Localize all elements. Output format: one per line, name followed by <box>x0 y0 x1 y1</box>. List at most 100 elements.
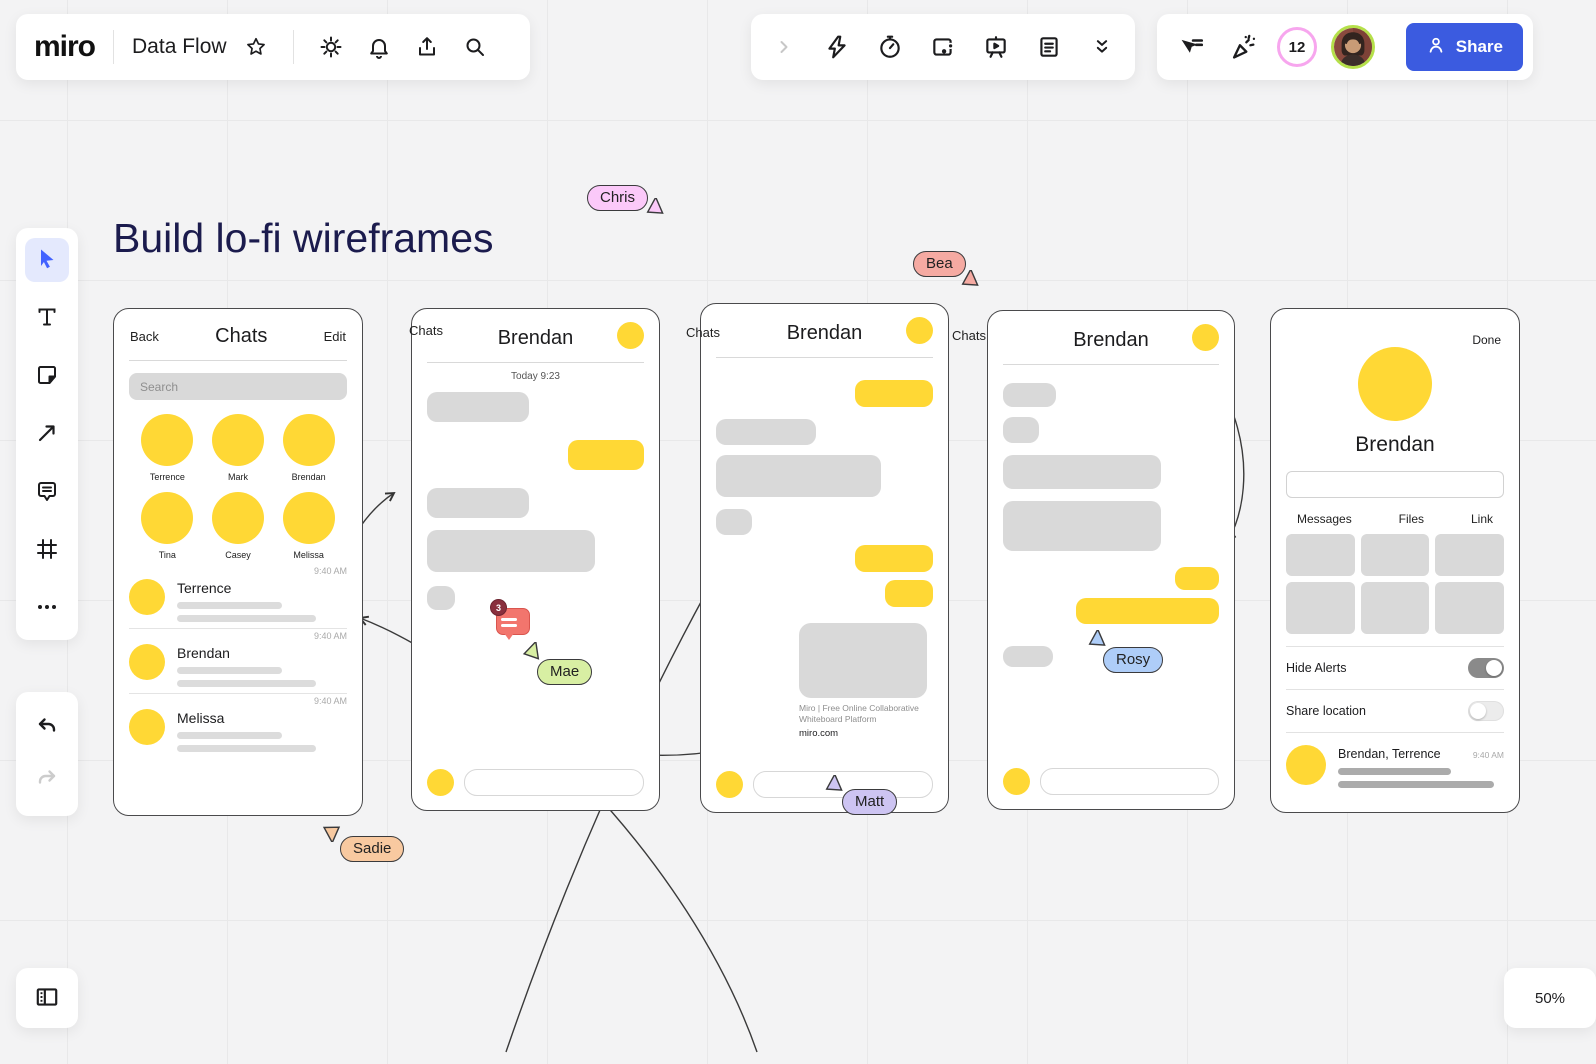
share-location-toggle[interactable] <box>1468 701 1504 721</box>
chat-title: Brendan <box>787 322 863 344</box>
toggle-knob <box>1470 703 1486 719</box>
done-button[interactable]: Done <box>1472 333 1501 347</box>
follow-cursor-button[interactable] <box>1173 28 1211 66</box>
miro-logo[interactable]: miro <box>34 30 95 64</box>
contact[interactable]: Melissa <box>283 492 335 560</box>
sadie-cursor-icon <box>320 820 342 842</box>
back-button[interactable]: Chats <box>952 328 986 343</box>
conversation-row[interactable]: 9:40 AM Brendan <box>129 628 347 687</box>
compose-bar <box>427 769 644 796</box>
comment-tail <box>504 633 514 640</box>
undo-icon <box>35 715 59 742</box>
message-input[interactable] <box>464 769 644 796</box>
wireframe-profile[interactable]: Done Brendan Messages Files Link Hide Al… <box>1270 308 1520 813</box>
link-preview-meta: Miro | Free Online Collaborative Whitebo… <box>799 703 927 739</box>
setting-label: Share location <box>1286 704 1366 718</box>
back-button[interactable]: Back <box>130 329 159 344</box>
wireframe-chat-b[interactable]: Brendan Miro | Free Online Collaborative… <box>700 303 949 813</box>
matt-cursor-icon <box>824 775 846 797</box>
search-input[interactable] <box>129 373 347 400</box>
conversation-row[interactable]: Brendan, Terrence 9:40 AM <box>1286 745 1504 788</box>
hide-alerts-toggle[interactable] <box>1468 658 1504 678</box>
tool-frame[interactable] <box>25 528 69 572</box>
message-input[interactable] <box>1040 768 1219 795</box>
contact-name: Casey <box>225 550 251 560</box>
zoom-control[interactable]: 50% <box>1504 968 1596 1028</box>
expand-toolbar-button[interactable] <box>765 28 803 66</box>
wireframe-chat-list[interactable]: Back Chats Edit Terrence Mark Brendan Ti… <box>113 308 363 816</box>
media-placeholder <box>1435 582 1504 634</box>
back-button[interactable]: Chats <box>409 323 443 338</box>
search-button[interactable] <box>456 28 494 66</box>
conversation-row[interactable]: 9:40 AM Terrence <box>129 564 347 622</box>
frames-panel-button[interactable] <box>25 976 69 1020</box>
contact[interactable]: Terrence <box>141 414 193 482</box>
tool-select[interactable] <box>25 238 69 282</box>
media-placeholder <box>1361 582 1430 634</box>
date-label: Today 9:23 <box>412 363 659 392</box>
media-placeholder <box>1286 582 1355 634</box>
conversation-row[interactable]: 9:40 AM Melissa <box>129 693 347 752</box>
bea-cursor-icon <box>960 270 982 292</box>
export-button[interactable] <box>408 28 446 66</box>
tool-more[interactable] <box>25 586 69 630</box>
tab-messages[interactable]: Messages <box>1297 512 1352 526</box>
comment-thread[interactable]: 3 <box>492 602 532 642</box>
tab-link[interactable]: Link <box>1471 512 1493 526</box>
redo-button[interactable] <box>25 758 69 802</box>
profile-name: Brendan <box>1271 433 1519 457</box>
collaboration-toolbar: 12 Share <box>1157 14 1533 80</box>
bell-icon <box>367 35 391 59</box>
confetti-icon <box>1230 33 1258 61</box>
settings-button[interactable] <box>312 28 350 66</box>
contact[interactable]: Brendan <box>283 414 335 482</box>
avatar <box>906 317 933 344</box>
message-bubble <box>427 530 595 572</box>
media-placeholder <box>1361 534 1430 576</box>
contact[interactable]: Tina <box>141 492 193 560</box>
avatar <box>1192 324 1219 351</box>
avatar <box>617 322 644 349</box>
wireframe-chat-a[interactable]: Brendan Today 9:23 <box>411 308 660 811</box>
favorite-star-button[interactable] <box>237 28 275 66</box>
tool-sticky-note[interactable] <box>25 354 69 398</box>
share-button[interactable]: Share <box>1406 23 1523 71</box>
more-tools-button[interactable] <box>1083 28 1121 66</box>
setting-share-location: Share location <box>1286 690 1504 733</box>
message-bubble <box>1003 383 1056 407</box>
notifications-button[interactable] <box>360 28 398 66</box>
reactions-button[interactable] <box>1225 28 1263 66</box>
tool-text[interactable] <box>25 296 69 340</box>
message-bubble <box>716 509 752 535</box>
board-title[interactable]: Data Flow <box>132 35 227 59</box>
canvas-title[interactable]: Build lo-fi wireframes <box>113 215 494 262</box>
link-title: Miro | Free Online Collaborative Whitebo… <box>799 703 927 726</box>
message-bubble <box>568 440 644 470</box>
divider <box>129 360 347 361</box>
conversation-name: Terrence <box>177 580 347 596</box>
card-button[interactable] <box>924 28 962 66</box>
edit-button[interactable]: Edit <box>324 329 346 344</box>
conversation-time: 9:40 AM <box>129 566 347 578</box>
media-grid <box>1286 534 1504 576</box>
collaborator-cursor-chris: Chris <box>587 185 648 211</box>
message-bubble <box>716 455 881 497</box>
wireframe-chat-c[interactable]: Brendan <box>987 310 1235 810</box>
tool-comment[interactable] <box>25 470 69 514</box>
timer-button[interactable] <box>871 28 909 66</box>
back-button[interactable]: Chats <box>686 325 720 340</box>
contact[interactable]: Casey <box>212 492 264 560</box>
notes-button[interactable] <box>1030 28 1068 66</box>
settings-list: Hide Alerts Share location <box>1286 646 1504 733</box>
toggle-knob <box>1486 660 1502 676</box>
automation-button[interactable] <box>818 28 856 66</box>
present-button[interactable] <box>977 28 1015 66</box>
collaborator-cursor-mae: Mae <box>537 659 592 685</box>
contact[interactable]: Mark <box>212 414 264 482</box>
tab-files[interactable]: Files <box>1399 512 1424 526</box>
user-avatar[interactable] <box>1331 25 1375 69</box>
participants-count-badge[interactable]: 12 <box>1277 27 1317 67</box>
tool-arrow[interactable] <box>25 412 69 456</box>
undo-button[interactable] <box>25 706 69 750</box>
profile-input[interactable] <box>1286 471 1504 498</box>
